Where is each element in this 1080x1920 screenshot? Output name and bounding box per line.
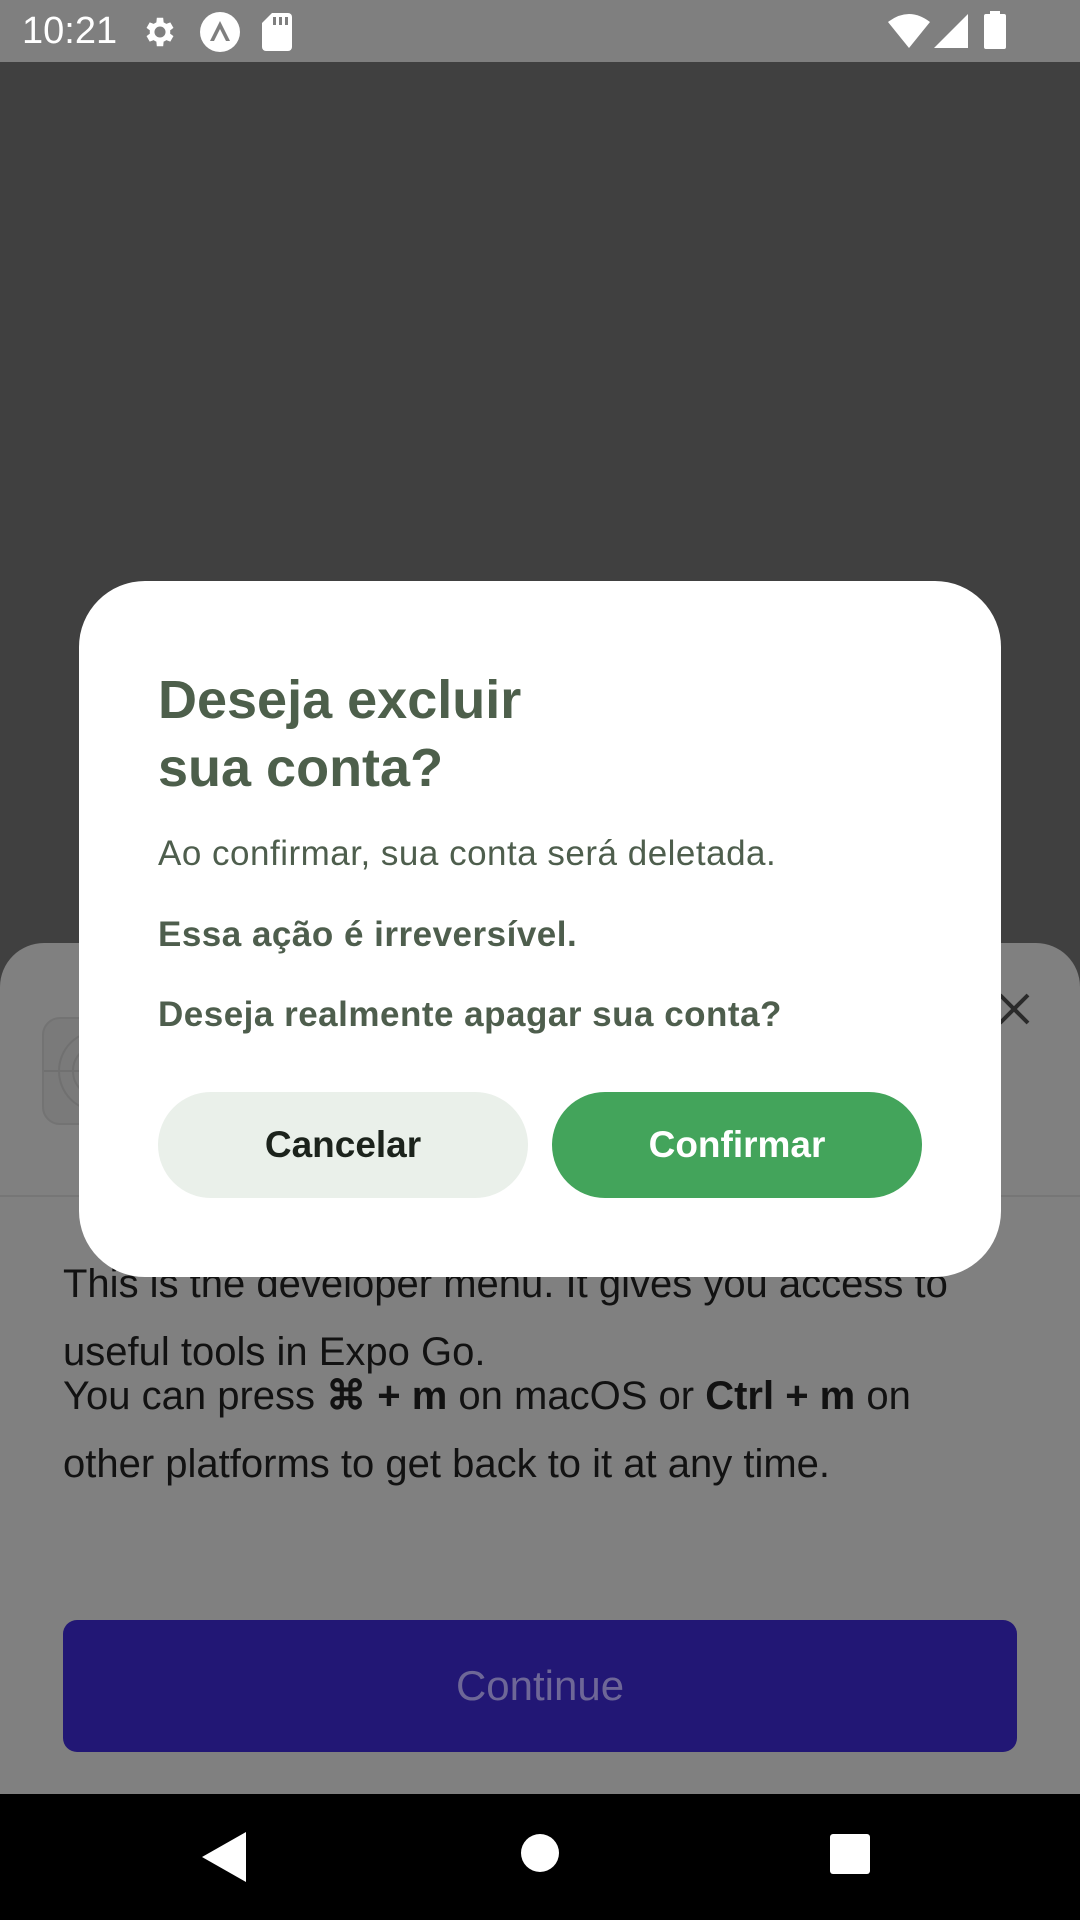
dialog-question: Deseja realmente apagar sua conta? (158, 995, 782, 1034)
shortcut-other-keys: Ctrl + m (705, 1374, 856, 1418)
cancel-button[interactable]: Cancelar (158, 1092, 528, 1198)
continue-button[interactable]: Continue (63, 1620, 1017, 1752)
dialog-message: Ao confirmar, sua conta será deletada. (158, 834, 777, 873)
dev-menu-shortcut-text: You can press ⌘ + m on macOS or Ctrl + m… (63, 1362, 1013, 1498)
shortcut-mid: on macOS or (447, 1374, 706, 1418)
gear-icon (146, 17, 174, 47)
back-icon[interactable] (202, 1832, 246, 1882)
expo-icon (200, 12, 240, 52)
shortcut-mac-keys: ⌘ + m (326, 1374, 448, 1418)
signal-icon (934, 14, 968, 48)
status-time: 10:21 (22, 10, 118, 52)
sd-card-icon (262, 13, 292, 51)
confirm-button[interactable]: Confirmar (552, 1092, 922, 1198)
screen: 10:21 This is the developer menu. It giv… (0, 0, 1080, 1920)
dialog-warning: Essa ação é irreversível. (158, 915, 578, 954)
home-icon[interactable] (520, 1833, 560, 1873)
dialog-title: Deseja excluir sua conta? (158, 670, 522, 798)
wifi-icon (888, 14, 930, 48)
shortcut-prefix: You can press (63, 1374, 327, 1418)
delete-account-dialog: Deseja excluir sua conta? Ao confirmar, … (79, 581, 1001, 1277)
recents-icon[interactable] (830, 1834, 870, 1874)
battery-icon (984, 11, 1006, 49)
status-bar: 10:21 (0, 0, 1080, 62)
navigation-bar (0, 1794, 1080, 1920)
